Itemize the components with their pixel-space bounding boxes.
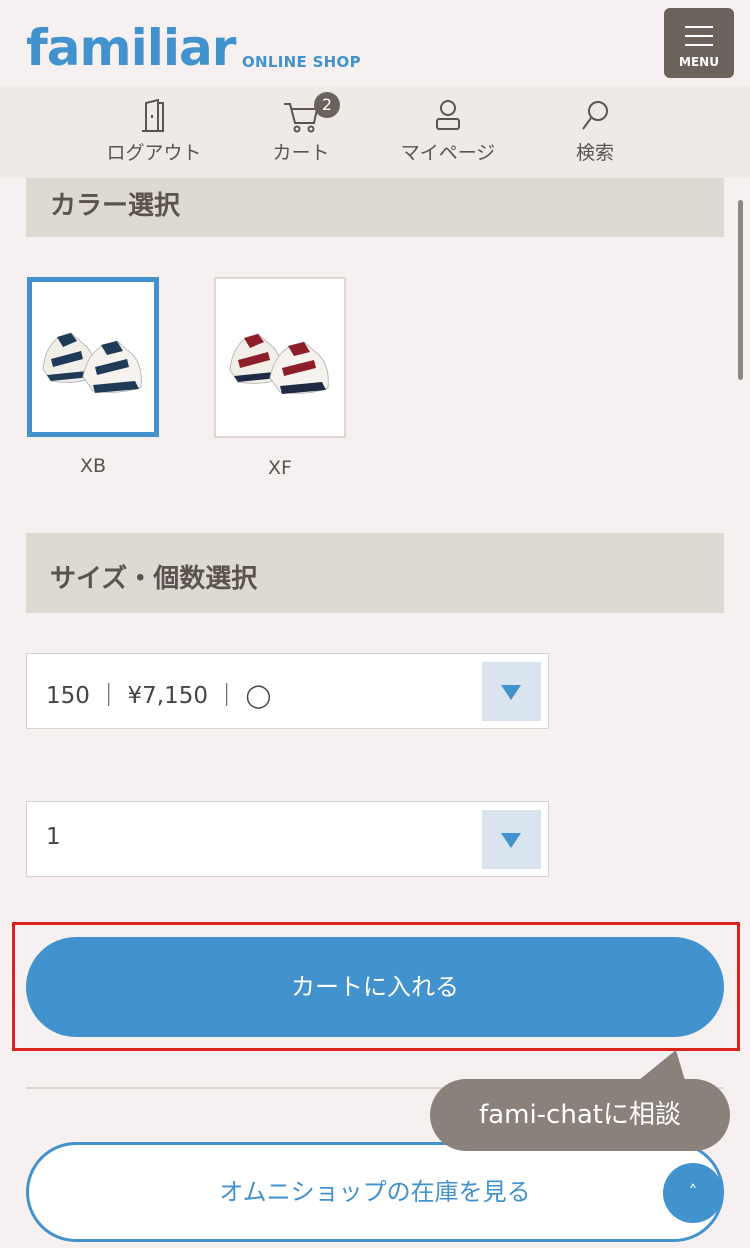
menu-label: MENU	[679, 55, 719, 69]
search-icon	[582, 101, 608, 130]
color-section-header: カラー選択	[26, 178, 724, 237]
nav-cart[interactable]: 2 カート	[231, 86, 371, 178]
nav-cart-label: カート	[272, 142, 330, 164]
size-select-value: 150 ｜ ¥7,150 ｜ ◯	[46, 683, 272, 709]
quantity-select-value: 1	[46, 824, 61, 850]
nav-search-label: 検索	[575, 142, 614, 164]
color-label-xb: XB	[79, 455, 107, 477]
hamburger-icon	[685, 26, 713, 53]
site-header: familiar ONLINE SHOP MENU	[0, 0, 750, 86]
logout-door-icon	[142, 99, 164, 132]
omni-stock-button[interactable]: オムニショップの在庫を見る	[26, 1142, 724, 1242]
nav-search[interactable]: 検索	[525, 86, 665, 178]
color-label-xf: XF	[268, 457, 292, 479]
fami-chat-button[interactable]: fami-chatに相談	[430, 1079, 730, 1151]
menu-button[interactable]: MENU	[664, 8, 734, 78]
nav-logout-label: ログアウト	[106, 142, 202, 164]
cart-count-badge: 2	[314, 92, 340, 118]
color-swatch-xf[interactable]	[214, 277, 346, 438]
scrollbar[interactable]	[738, 200, 743, 380]
scroll-to-top-button[interactable]: ˄	[663, 1163, 723, 1223]
logo-subtitle: ONLINE SHOP	[242, 53, 361, 71]
color-section-title: カラー選択	[50, 191, 181, 221]
user-icon	[436, 100, 460, 130]
size-select[interactable]: 150 ｜ ¥7,150 ｜ ◯	[26, 653, 549, 729]
shoe-image-xb	[42, 332, 142, 393]
nav-mypage-label: マイページ	[400, 142, 496, 164]
size-section-header: サイズ・個数選択	[26, 533, 724, 613]
add-to-cart-button[interactable]: カートに入れる	[26, 937, 724, 1037]
logo[interactable]: familiar	[26, 20, 236, 76]
quantity-select[interactable]: 1	[26, 801, 549, 877]
size-section-title: サイズ・個数選択	[50, 564, 258, 594]
nav-logout[interactable]: ログアウト	[84, 86, 224, 178]
shoe-image-xf	[229, 332, 329, 394]
dropdown-arrow-icon[interactable]	[482, 810, 541, 869]
top-nav: ログアウト 2 カート マイページ 検索	[0, 86, 750, 178]
color-swatch-xb[interactable]	[27, 277, 159, 437]
dropdown-arrow-icon[interactable]	[482, 662, 541, 721]
nav-mypage[interactable]: マイページ	[378, 86, 518, 178]
